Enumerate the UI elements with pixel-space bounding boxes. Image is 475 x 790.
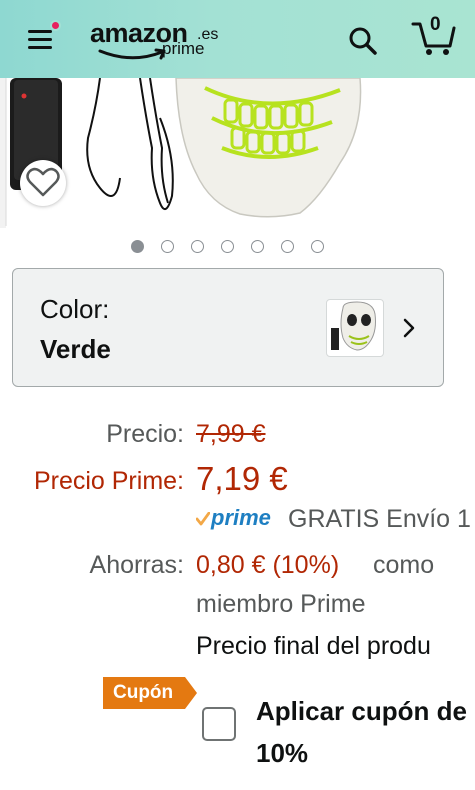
price-label: Precio:	[106, 420, 184, 448]
amazon-prime-logo[interactable]: amazon .es prime	[90, 18, 230, 62]
cart-button[interactable]: 0	[410, 14, 458, 58]
chevron-right-icon	[403, 318, 415, 338]
heart-icon	[26, 167, 60, 197]
search-button[interactable]	[346, 24, 380, 58]
list-price: 7,99 €	[196, 420, 266, 448]
coupon-checkbox[interactable]	[202, 707, 236, 741]
savings-suffix: como	[373, 551, 435, 579]
prime-price-label: Precio Prime:	[33, 467, 184, 495]
top-navigation-bar: amazon .es prime 0	[0, 0, 475, 78]
menu-icon-bar	[28, 46, 52, 49]
gallery-dot[interactable]	[251, 240, 264, 253]
gallery-dot[interactable]	[161, 240, 174, 253]
menu-button[interactable]	[26, 20, 61, 52]
coupon-text-line1: Aplicar cupón de	[256, 696, 467, 726]
product-image	[0, 78, 362, 228]
gallery-dot[interactable]	[221, 240, 234, 253]
savings-suffix-line2: miembro Prime	[196, 590, 366, 618]
smile-arrow-icon	[98, 48, 166, 60]
cart-count: 0	[430, 14, 441, 35]
menu-icon-bar	[28, 38, 52, 41]
search-icon	[349, 27, 377, 55]
gallery-dot-active[interactable]	[131, 240, 144, 253]
coupon-text[interactable]: Aplicar cupón de 10%	[256, 690, 475, 774]
savings-value: 0,80 € (10%)	[196, 551, 340, 579]
savings-label: Ahorras:	[89, 551, 184, 579]
final-price-text: Precio final del produ	[196, 632, 431, 660]
color-label: Color:	[40, 294, 110, 324]
gallery-dot[interactable]	[191, 240, 204, 253]
color-thumbnail	[326, 299, 384, 357]
color-value: Verde	[40, 334, 111, 364]
menu-icon	[28, 30, 52, 33]
color-selector[interactable]: Color: Verde	[12, 268, 444, 387]
shipping-text: GRATIS Envío 1	[288, 505, 471, 533]
wishlist-button[interactable]	[20, 160, 66, 206]
coupon-text-line2: 10%	[256, 738, 309, 768]
coupon-badge: Cupón	[103, 677, 198, 709]
prime-check-icon	[196, 512, 210, 526]
gallery-dot[interactable]	[281, 240, 294, 253]
skull-thumbnail-image	[331, 301, 376, 351]
product-image-carousel[interactable]	[0, 78, 475, 228]
gallery-dot[interactable]	[311, 240, 324, 253]
prime-price: 7,19 €	[196, 460, 288, 497]
notification-dot	[50, 20, 61, 31]
prime-badge: prime	[211, 505, 271, 530]
